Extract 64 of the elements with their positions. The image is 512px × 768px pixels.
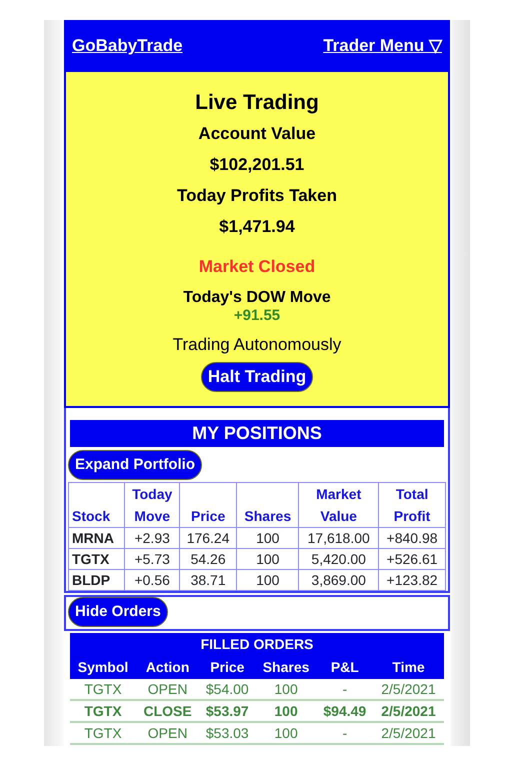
table-cell: 38.71	[179, 570, 237, 590]
column-header: Total Profit	[378, 482, 446, 528]
trader-menu-link[interactable]: Trader Menu ▽	[323, 33, 442, 59]
table-cell: 100	[236, 528, 299, 548]
column-header: Time	[372, 655, 444, 679]
table-cell: -	[316, 679, 373, 700]
table-cell: 54.26	[179, 548, 237, 570]
column-header: Price	[179, 482, 237, 528]
table-cell: TGTX	[70, 679, 136, 700]
filled-orders-title: FILLED ORDERS	[70, 633, 444, 655]
table-cell: $53.97	[199, 700, 256, 722]
table-cell: 100	[255, 700, 317, 722]
table-cell: OPEN	[136, 679, 200, 700]
profits-label: Today Profits Taken	[176, 185, 338, 207]
dow-label: Today's DOW Move	[182, 288, 332, 308]
positions-title: MY POSITIONS	[70, 420, 444, 447]
table-cell: $54.00	[199, 679, 256, 700]
column-header: P&L	[316, 655, 373, 679]
table-cell: +840.98	[378, 528, 446, 548]
table-cell: TGTX	[70, 722, 136, 744]
column-header: Price	[199, 655, 256, 679]
column-header: Shares	[236, 482, 299, 528]
column-header: Symbol	[70, 655, 136, 679]
table-cell: 100	[236, 570, 299, 590]
column-header: Action	[136, 655, 200, 679]
table-cell: MRNA	[68, 528, 125, 548]
table-cell: +526.61	[378, 548, 446, 570]
table-cell: 100	[236, 548, 299, 570]
table-cell: +2.93	[124, 528, 180, 548]
account-label: Account Value	[197, 123, 317, 145]
table-cell: 2/5/2021	[372, 700, 444, 722]
expand-portfolio-button[interactable]: Expand Portfolio	[68, 450, 202, 480]
dow-value: +91.55	[232, 308, 282, 324]
profits-value: $1,471.94	[218, 216, 296, 238]
table-cell: -	[316, 722, 373, 744]
table-cell: +0.56	[124, 570, 180, 590]
hide-orders-button[interactable]: Hide Orders	[68, 597, 168, 627]
table-cell: OPEN	[136, 722, 200, 744]
table-cell: $94.49	[316, 700, 373, 722]
column-header: Market Value	[298, 482, 379, 528]
table-cell: $53.03	[199, 722, 256, 744]
table-cell: 17,618.00	[298, 528, 379, 548]
column-header: Stock	[68, 482, 125, 528]
column-header: Shares	[255, 655, 317, 679]
account-value: $102,201.51	[208, 154, 306, 176]
column-header: Today Move	[124, 482, 180, 528]
table-cell: 100	[255, 722, 317, 744]
table-cell: 176.24	[179, 528, 237, 548]
market-status: Market Closed	[198, 256, 316, 278]
table-cell: TGTX	[68, 548, 125, 570]
table-cell: TGTX	[70, 700, 136, 722]
table-cell: BLDP	[68, 570, 125, 590]
table-cell: 2/5/2021	[372, 722, 444, 744]
table-cell: 100	[255, 679, 317, 700]
table-cell: +5.73	[124, 548, 180, 570]
table-cell: 3,869.00	[298, 570, 379, 590]
table-cell: 5,420.00	[298, 548, 379, 570]
brand-link[interactable]: GoBabyTrade	[72, 33, 183, 59]
table-cell: +123.82	[378, 570, 446, 590]
table-cell: 2/5/2021	[372, 679, 444, 700]
live-trading-title: Live Trading	[194, 90, 320, 116]
trading-mode: Trading Autonomously	[172, 334, 342, 356]
table-cell: CLOSE	[136, 700, 200, 722]
halt-trading-button[interactable]: Halt Trading	[200, 362, 314, 392]
